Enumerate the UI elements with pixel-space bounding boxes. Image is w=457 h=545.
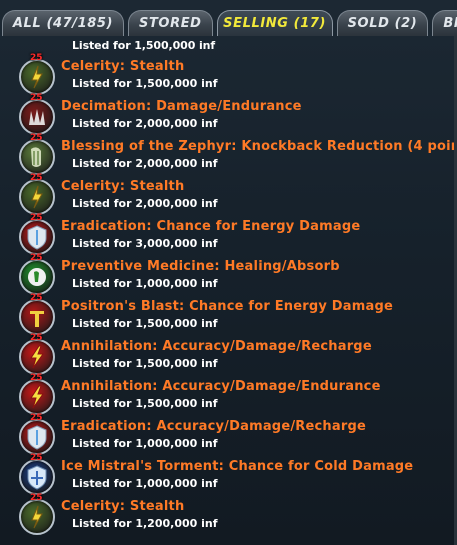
enhancement-level-badge: 25 — [30, 373, 43, 383]
listing-name: Annihilation: Accuracy/Damage/Endurance — [61, 379, 381, 394]
enhancement-level-badge: 25 — [30, 253, 43, 263]
annihilation-icon — [19, 339, 55, 375]
eradication-icon — [19, 219, 55, 255]
listing-row[interactable]: 25 Eradication: Chance for Energy Damage L… — [0, 213, 457, 256]
listing-name: Blessing of the Zephyr: Knockback Reduct… — [61, 139, 457, 154]
annihilation-icon — [19, 379, 55, 415]
tab-all[interactable]: ALL (47/185) — [2, 10, 124, 36]
listing-price: Listed for 1,500,000 inf — [72, 397, 218, 410]
listing-price: Listed for 1,200,000 inf — [72, 517, 218, 530]
enhancement-level-badge: 25 — [30, 293, 43, 303]
background-ghost-text — [40, 0, 400, 10]
listing-name: Eradication: Chance for Energy Damage — [61, 219, 361, 234]
listing-name: Eradication: Accuracy/Damage/Recharge — [61, 419, 366, 434]
tab-bar: ALL (47/185) STORED SELLING (17) SOLD (2… — [0, 10, 457, 36]
decimation-icon — [19, 99, 55, 135]
zephyr-icon — [19, 139, 55, 175]
listing-price: Listed for 3,000,000 inf — [72, 237, 218, 250]
tab-sold[interactable]: SOLD (2) — [336, 10, 429, 36]
positron-blast-icon — [19, 299, 55, 335]
enhancement-level-badge: 25 — [30, 213, 43, 223]
enhancement-level-badge: 25 — [30, 53, 43, 63]
listing-name: Annihilation: Accuracy/Damage/Recharge — [61, 339, 372, 354]
listing-price: Listed for 1,000,000 inf — [72, 437, 218, 450]
listing-price: Listed for 2,000,000 inf — [72, 157, 218, 170]
tab-bid[interactable]: BIDI — [432, 10, 457, 36]
listing-row[interactable]: 25 Ice Mistral's Torment: Chance for Cold… — [0, 453, 457, 496]
listing-price: Listed for 1,500,000 inf — [72, 317, 218, 330]
listing-row[interactable]: 25 Blessing of the Zephyr: Knockback Redu… — [0, 133, 457, 176]
listing-row[interactable]: 25 Decimation: Damage/Endurance Listed for… — [0, 93, 457, 136]
listing-name: Celerity: Stealth — [61, 179, 185, 194]
listing-name: Preventive Medicine: Healing/Absorb — [61, 259, 340, 274]
listing-name: Positron's Blast: Chance for Energy Dama… — [61, 299, 393, 314]
selling-list[interactable]: Listed for 1,500,000 inf 25 Celerity: Ste… — [0, 36, 457, 545]
listing-row[interactable]: 25 Celerity: Stealth Listed for 1,200,000 … — [0, 493, 457, 536]
enhancement-level-badge: 25 — [30, 413, 43, 423]
enhancement-level-badge: 25 — [30, 453, 43, 463]
tab-stored[interactable]: STORED — [128, 10, 213, 36]
listing-row[interactable]: 25 Eradication: Accuracy/Damage/Recharge L… — [0, 413, 457, 456]
celerity-stealth-icon — [19, 499, 55, 535]
listing-row[interactable]: 25 Annihilation: Accuracy/Damage/Enduranc… — [0, 373, 457, 416]
enhancement-level-badge: 25 — [30, 93, 43, 103]
listing-price: Listed for 1,500,000 inf — [72, 357, 218, 370]
celerity-stealth-icon — [19, 59, 55, 95]
partial-row-price: Listed for 1,500,000 inf — [72, 39, 216, 52]
ice-mistral-icon — [19, 459, 55, 495]
listing-name: Celerity: Stealth — [61, 59, 185, 74]
listing-price: Listed for 1,000,000 inf — [72, 477, 218, 490]
listing-name: Celerity: Stealth — [61, 499, 185, 514]
listing-row[interactable]: 25 Preventive Medicine: Healing/Absorb Lis… — [0, 253, 457, 296]
preventive-medicine-icon — [19, 259, 55, 295]
listing-price: Listed for 1,500,000 inf — [72, 77, 218, 90]
celerity-stealth-icon — [19, 179, 55, 215]
listing-price: Listed for 1,000,000 inf — [72, 277, 218, 290]
listing-row[interactable]: 25 Celerity: Stealth Listed for 2,000,000 … — [0, 173, 457, 216]
enhancement-level-badge: 25 — [30, 133, 43, 143]
listing-price: Listed for 2,000,000 inf — [72, 197, 218, 210]
enhancement-level-badge: 25 — [30, 333, 43, 343]
auction-window: ALL (47/185) STORED SELLING (17) SOLD (2… — [0, 0, 457, 545]
listing-name: Decimation: Damage/Endurance — [61, 99, 302, 114]
listing-name: Ice Mistral's Torment: Chance for Cold D… — [61, 459, 414, 474]
enhancement-level-badge: 25 — [30, 493, 43, 503]
listing-price: Listed for 2,000,000 inf — [72, 117, 218, 130]
tab-selling[interactable]: SELLING (17) — [216, 10, 333, 36]
eradication-icon — [19, 419, 55, 455]
listing-row[interactable]: 25 Positron's Blast: Chance for Energy Da… — [0, 293, 457, 336]
listing-row[interactable]: 25 Celerity: Stealth Listed for 1,500,000 … — [0, 53, 457, 96]
enhancement-level-badge: 25 — [30, 173, 43, 183]
listing-row[interactable]: 25 Annihilation: Accuracy/Damage/Recharge… — [0, 333, 457, 376]
